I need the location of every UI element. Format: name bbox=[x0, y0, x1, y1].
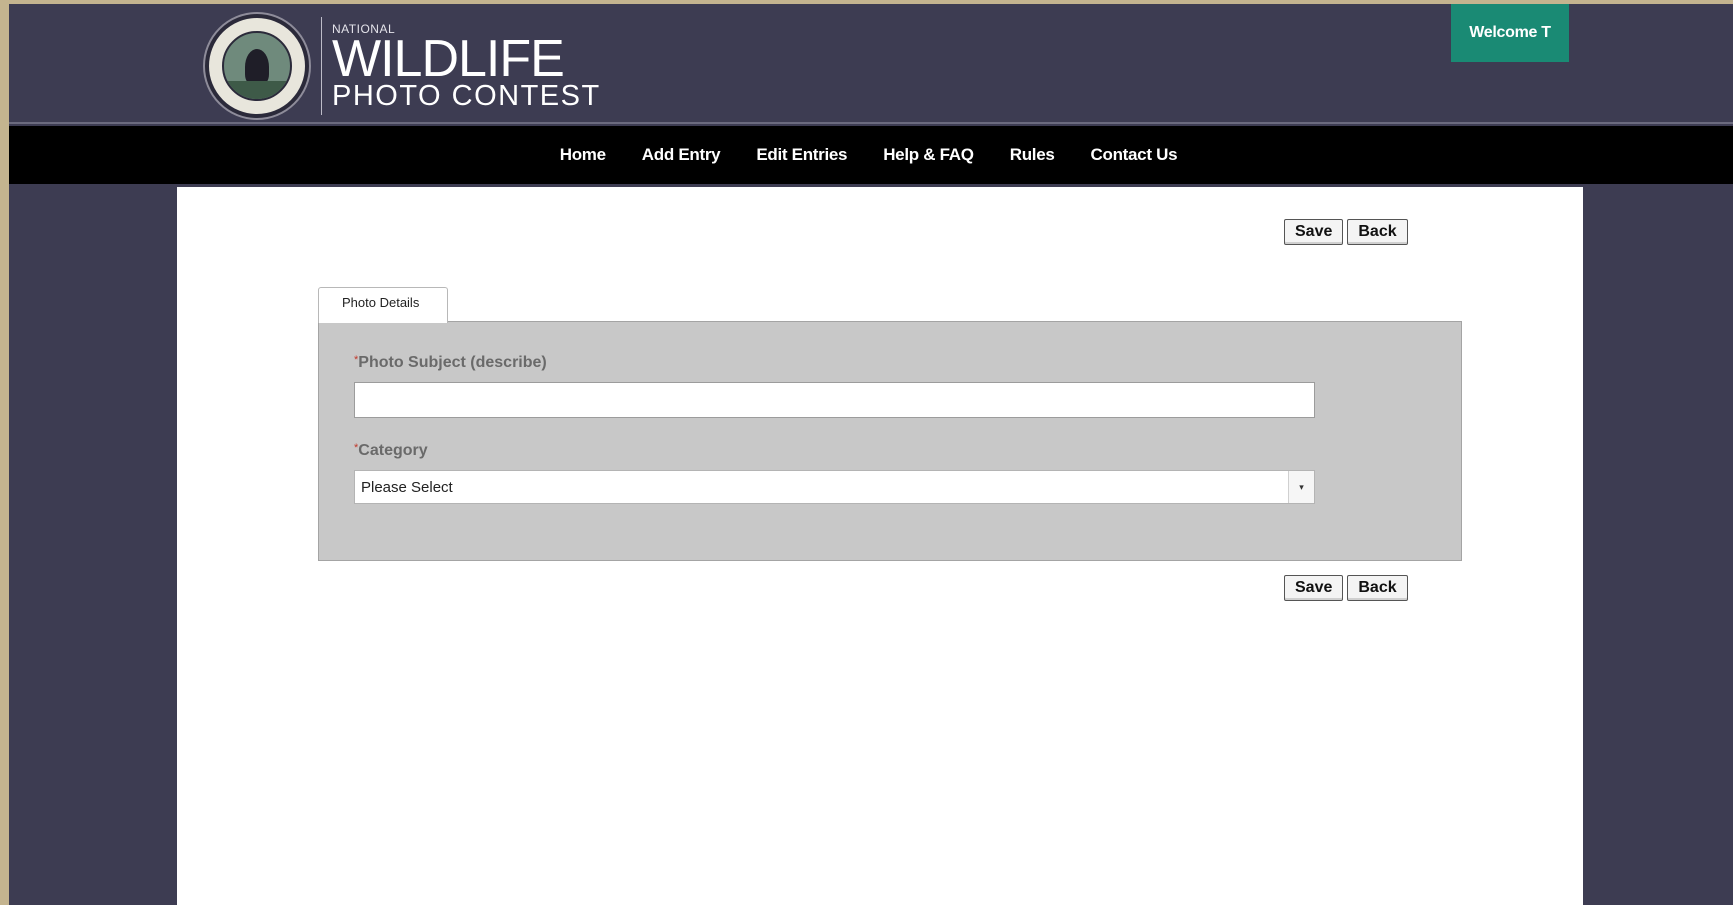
photo-subject-label: *Photo Subject (describe) bbox=[354, 354, 547, 371]
category-label: *Category bbox=[354, 442, 428, 459]
seal-emblem bbox=[222, 31, 292, 101]
welcome-user-button[interactable]: Welcome T bbox=[1451, 4, 1569, 62]
chevron-down-icon[interactable]: ▾ bbox=[1288, 471, 1314, 503]
bird-icon bbox=[245, 49, 269, 85]
logo-wordmark: NATIONAL WILDLIFE PHOTO CONTEST bbox=[332, 22, 601, 112]
bottom-action-bar: Save Back bbox=[1284, 575, 1408, 601]
nav-home[interactable]: Home bbox=[560, 145, 606, 165]
category-select[interactable]: Please Select ▾ bbox=[354, 470, 1315, 504]
nav-edit-entries[interactable]: Edit Entries bbox=[756, 145, 847, 165]
top-action-bar: Save Back bbox=[1284, 219, 1408, 245]
logo-photo-contest: PHOTO CONTEST bbox=[332, 80, 601, 112]
main-content: Save Back Photo Details *Photo Subject (… bbox=[177, 187, 1583, 905]
logo-divider bbox=[321, 17, 322, 115]
photo-subject-input[interactable] bbox=[354, 382, 1315, 418]
nav-help-faq[interactable]: Help & FAQ bbox=[883, 145, 974, 165]
nav-contact-us[interactable]: Contact Us bbox=[1091, 145, 1178, 165]
category-selected-value: Please Select bbox=[361, 478, 453, 496]
back-button-bottom[interactable]: Back bbox=[1347, 575, 1408, 601]
tab-photo-details[interactable]: Photo Details bbox=[318, 287, 448, 323]
main-nav: Home Add Entry Edit Entries Help & FAQ R… bbox=[9, 126, 1733, 184]
back-button-top[interactable]: Back bbox=[1347, 219, 1408, 245]
save-button-top[interactable]: Save bbox=[1284, 219, 1344, 245]
site-header: NATIONAL WILDLIFE PHOTO CONTEST Welcome … bbox=[9, 4, 1733, 124]
site-logo[interactable]: NATIONAL WILDLIFE PHOTO CONTEST bbox=[205, 14, 601, 118]
nav-rules[interactable]: Rules bbox=[1010, 145, 1055, 165]
nwf-seal-icon bbox=[205, 14, 309, 118]
logo-wildlife: WILDLIFE bbox=[332, 30, 565, 88]
save-button-bottom[interactable]: Save bbox=[1284, 575, 1344, 601]
nav-add-entry[interactable]: Add Entry bbox=[642, 145, 721, 165]
seal-ground bbox=[224, 81, 290, 99]
browser-viewport: NATIONAL WILDLIFE PHOTO CONTEST Welcome … bbox=[9, 4, 1733, 905]
photo-details-panel: *Photo Subject (describe) *Category Plea… bbox=[318, 321, 1462, 561]
